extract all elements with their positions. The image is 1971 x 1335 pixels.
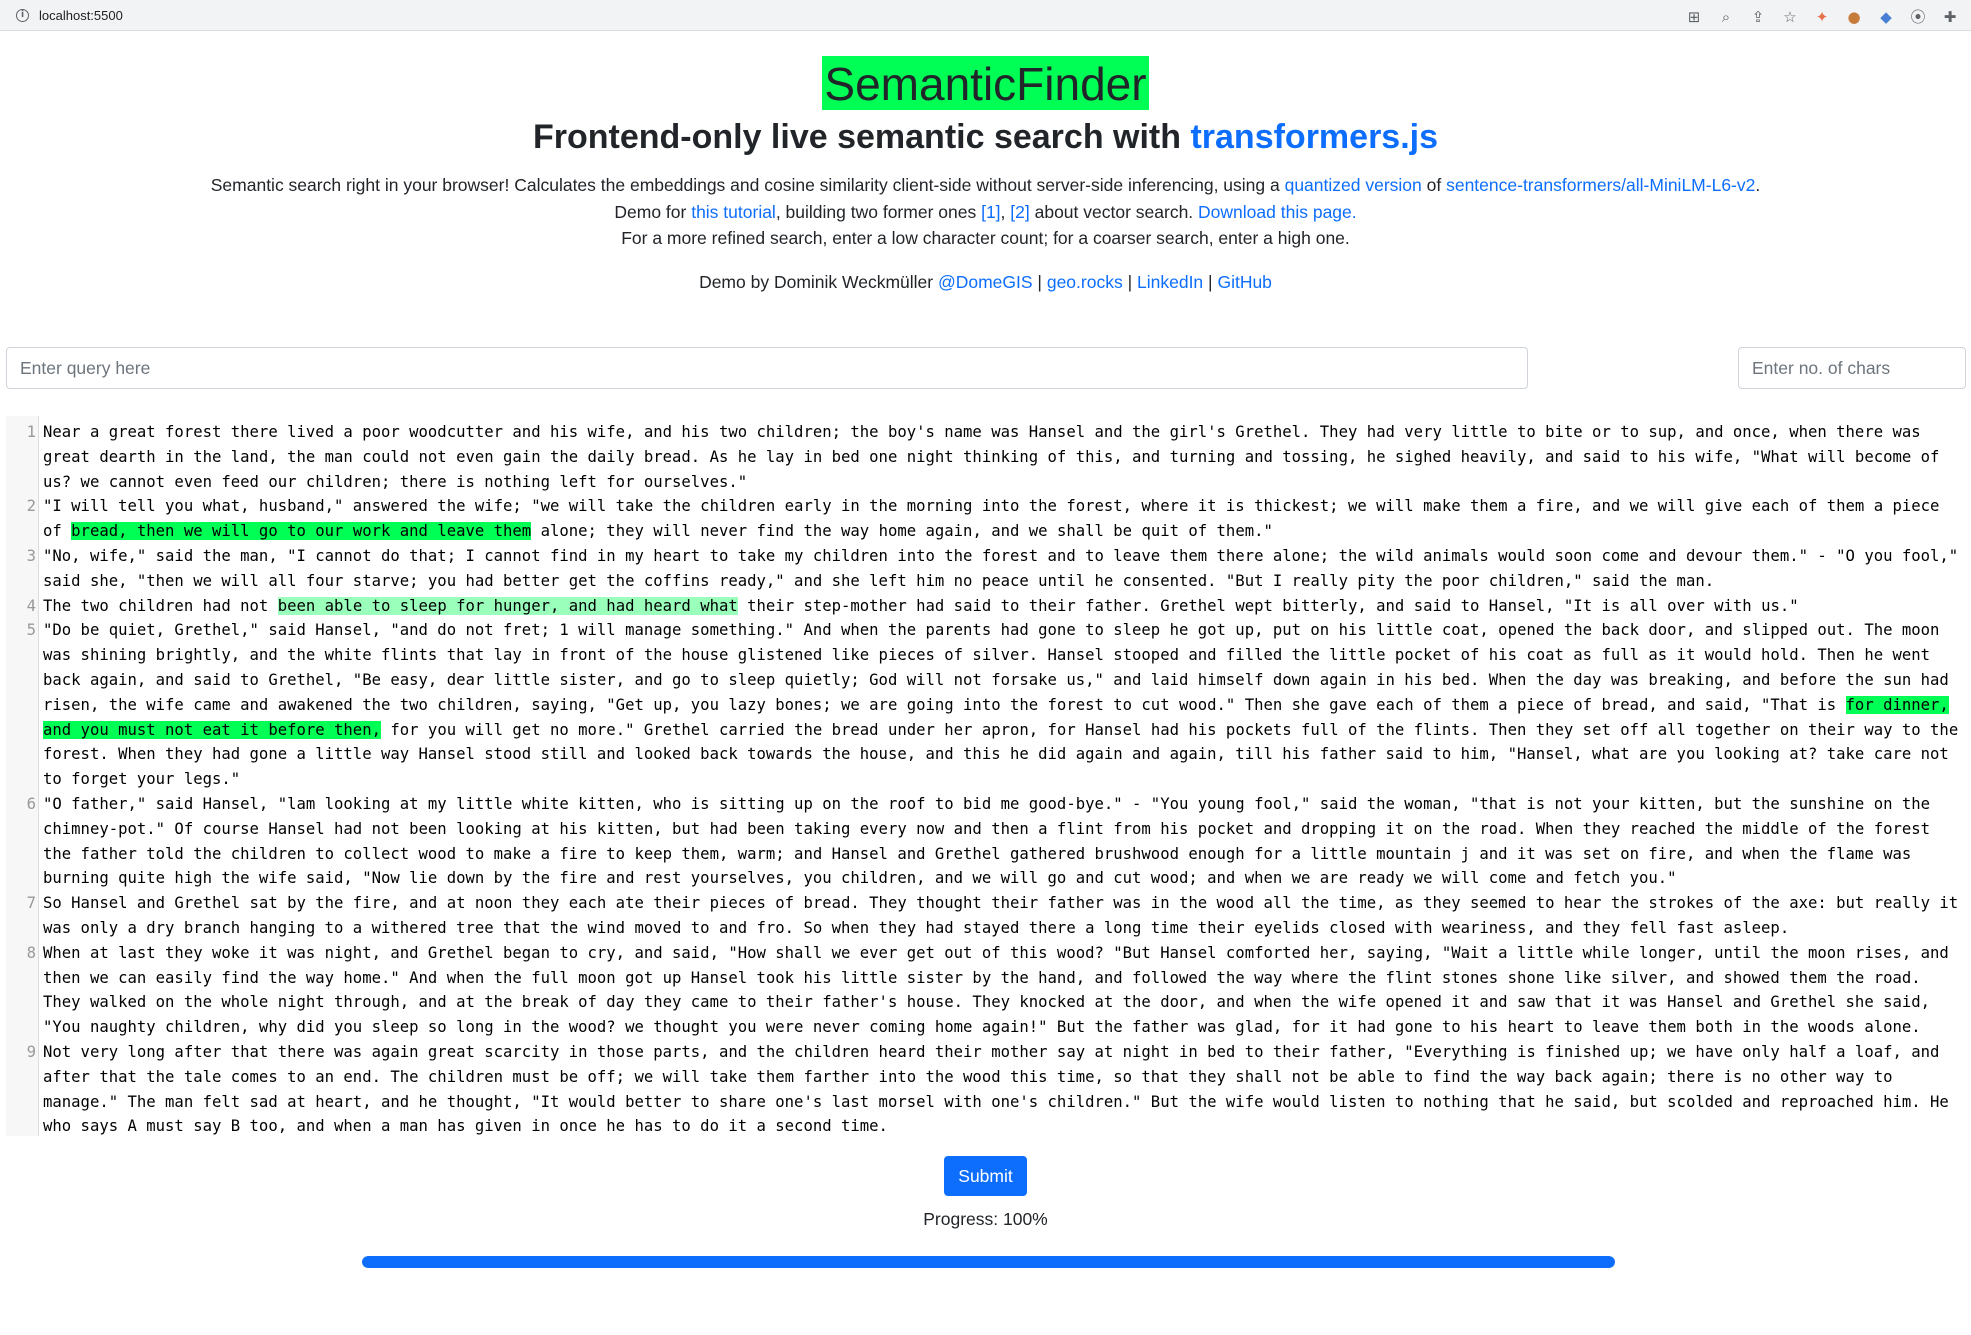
extension-icon[interactable]: ⦿ <box>1909 6 1927 27</box>
editor-line: 4 The two children had not been able to s… <box>6 594 1966 619</box>
description-line-3: For a more refined search, enter a low c… <box>621 228 1350 248</box>
model-link[interactable]: sentence-transformers/all-MiniLM-L6-v2 <box>1446 175 1755 195</box>
text-segment: Not very long after that there was again… <box>43 1042 1949 1136</box>
line-number: 5 <box>26 621 36 640</box>
text-segment: "O father," said Hansel, "lam looking at… <box>43 794 1931 888</box>
download-page-link[interactable]: Download this page. <box>1198 202 1357 222</box>
page-subtitle: Frontend-only live semantic search with … <box>0 116 1971 158</box>
editor-line: 2 "I will tell you what, husband," answer… <box>6 494 1966 544</box>
subtitle-text: Frontend-only live semantic search with <box>532 118 1191 156</box>
share-icon[interactable]: ⇪ <box>1749 8 1767 26</box>
extension-icon[interactable]: ● <box>1845 8 1863 26</box>
chars-count-input[interactable] <box>1738 347 1966 389</box>
line-text: Not very long after that there was again… <box>43 1043 1949 1135</box>
progress-label: Progress: 100% <box>923 1209 1048 1229</box>
line-text: "No, wife," said the man, "I cannot do t… <box>43 547 1958 590</box>
page-header: SemanticFinder Frontend-only live semant… <box>0 56 1971 293</box>
editor-line: 1 Near a great forest there lived a poor … <box>6 420 1966 494</box>
desc-text: . <box>1755 175 1761 195</box>
extensions-puzzle-icon[interactable]: ✚ <box>1941 8 1959 26</box>
text-editor[interactable]: 1 Near a great forest there lived a poor … <box>6 416 1966 1136</box>
text-segment: "Do be quiet, Grethel," said Hansel, "an… <box>43 621 1949 714</box>
desc-text: Demo for <box>614 201 692 222</box>
separator: | <box>1032 271 1047 292</box>
github-link[interactable]: GitHub <box>1217 272 1271 292</box>
former-link-2[interactable]: [2] <box>1010 202 1029 222</box>
text-segment: "No, wife," said the man, "I cannot do t… <box>43 546 1959 590</box>
line-number: 3 <box>26 546 36 565</box>
separator: | <box>1122 271 1137 292</box>
progress-bar <box>362 1256 1615 1268</box>
text-segment: alone; they will never find the way home… <box>531 522 1273 541</box>
browser-toolbar: i localhost:5500 ⊞ ⌕ ⇪ ☆ ✦ ● ◆ ⦿ ✚ <box>0 0 1971 31</box>
editor-line: 9 Not very long after that there was agai… <box>6 1040 1966 1139</box>
editor-line: 6 "O father," said Hansel, "lam looking a… <box>6 792 1966 891</box>
search-match-highlight: bread, then we will go to our work and l… <box>71 522 532 541</box>
description: Semantic search right in your browser! C… <box>0 172 1971 252</box>
line-number: 9 <box>26 1042 36 1061</box>
desc-text: Semantic search right in your browser! C… <box>210 175 1285 195</box>
former-link-1[interactable]: [1] <box>981 202 1000 222</box>
text-segment: their step-mother had said to their fath… <box>737 596 1799 615</box>
search-match-highlight: been able to sleep for hunger, and had h… <box>277 596 738 615</box>
line-number: 4 <box>26 596 36 615</box>
line-text: Near a great forest there lived a poor w… <box>43 423 1939 491</box>
extension-icon[interactable]: ◆ <box>1877 8 1895 26</box>
transformers-js-link[interactable]: transformers.js <box>1190 118 1438 156</box>
submit-button[interactable]: Submit <box>944 1156 1027 1196</box>
editor-line: 3 "No, wife," said the man, "I cannot do … <box>6 544 1966 594</box>
translate-icon[interactable]: ⊞ <box>1685 8 1703 26</box>
quantized-version-link[interactable]: quantized version <box>1285 175 1422 195</box>
text-segment: So Hansel and Grethel sat by the fire, a… <box>43 894 1959 937</box>
credits: Demo by Dominik Weckmüller @DomeGIS | ge… <box>0 272 1971 293</box>
text-segment: The two children had not <box>43 596 278 615</box>
domegis-link[interactable]: @DomeGIS <box>938 272 1033 292</box>
progress-bar-fill <box>362 1256 1615 1268</box>
page-title: SemanticFinder <box>824 58 1147 110</box>
zoom-icon[interactable]: ⌕ <box>1717 8 1735 26</box>
editor-line: 7 So Hansel and Grethel sat by the fire, … <box>6 891 1966 941</box>
line-text: "O father," said Hansel, "lam looking at… <box>43 795 1930 887</box>
line-number: 7 <box>26 894 36 913</box>
title-highlight: SemanticFinder <box>822 56 1149 110</box>
editor-line: 5 "Do be quiet, Grethel," said Hansel, "a… <box>6 618 1966 792</box>
desc-text: about vector search. <box>1029 201 1199 222</box>
line-number: 1 <box>26 423 36 441</box>
address-bar[interactable]: localhost:5500 <box>39 8 123 23</box>
line-text: When at last they woke it was night, and… <box>43 944 1949 1036</box>
geo-rocks-link[interactable]: geo.rocks <box>1047 272 1123 292</box>
info-icon[interactable]: i <box>16 8 29 22</box>
line-number: 6 <box>26 794 36 813</box>
tutorial-link[interactable]: this tutorial <box>691 202 776 222</box>
line-text: So Hansel and Grethel sat by the fire, a… <box>43 894 1958 937</box>
text-segment: When at last they woke it was night, and… <box>43 943 1949 1037</box>
linkedin-link[interactable]: LinkedIn <box>1137 272 1203 292</box>
description-line-2: Demo for this tutorial, building two for… <box>0 199 1971 226</box>
desc-text: , building two former ones <box>775 201 982 222</box>
browser-actions: ⊞ ⌕ ⇪ ☆ ✦ ● ◆ ⦿ ✚ <box>1685 6 1959 27</box>
separator: | <box>1203 271 1218 292</box>
line-text: "Do be quiet, Grethel," said Hansel, "an… <box>43 621 1958 788</box>
line-number: 8 <box>26 943 36 962</box>
description-line-1: Semantic search right in your browser! C… <box>0 172 1971 199</box>
desc-text: , <box>1000 201 1011 222</box>
bookmark-star-icon[interactable]: ☆ <box>1781 8 1799 26</box>
editor-lines: 1 Near a great forest there lived a poor … <box>6 420 1966 1139</box>
text-segment: Near a great forest there lived a poor w… <box>43 423 1940 491</box>
line-text: "I will tell you what, husband," answere… <box>43 497 1939 541</box>
editor-line: 8 When at last they woke it was night, an… <box>6 941 1966 1040</box>
desc-text: of <box>1421 175 1447 195</box>
line-text: The two children had not been able to sl… <box>43 596 1799 615</box>
credits-text: Demo by Dominik Weckmüller <box>699 271 938 292</box>
extension-icon[interactable]: ✦ <box>1813 8 1831 26</box>
line-number: 2 <box>26 497 36 516</box>
query-input[interactable] <box>6 347 1528 389</box>
